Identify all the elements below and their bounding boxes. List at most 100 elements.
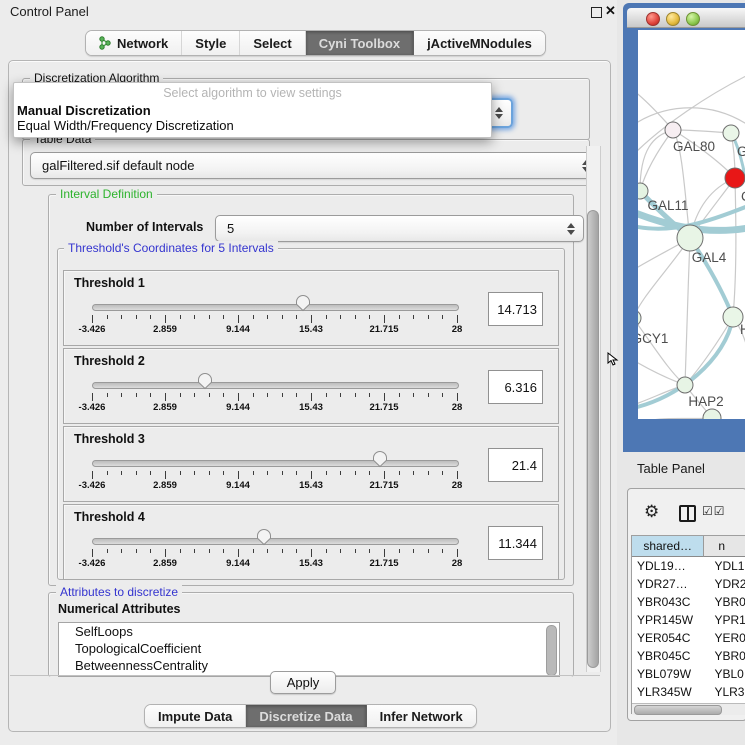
threshold-value-field[interactable]: 21.4 [488, 448, 543, 482]
axis-tick-label: 9.144 [226, 558, 250, 569]
node-label: GAL4 [692, 250, 727, 265]
cell-shared-name[interactable]: YBR045C [632, 647, 711, 665]
threshold-panel: Threshold 1 -3.4262.8599.14415.4321.7152… [63, 270, 559, 346]
network-node[interactable] [677, 225, 703, 251]
cell-name[interactable]: YPR1 [711, 611, 745, 629]
cell-name[interactable]: YBR0 [711, 593, 745, 611]
threshold-value-field[interactable]: 14.713 [488, 292, 543, 326]
list-item[interactable]: SelfLoops [59, 623, 559, 640]
axis-tick-label: -3.426 [79, 558, 106, 569]
cell-shared-name[interactable]: YDL19… [632, 557, 711, 575]
zoom-traffic-light-icon[interactable] [686, 12, 700, 26]
threshold-slider-track[interactable] [92, 382, 459, 389]
tab-cyni-toolbox[interactable]: Cyni Toolbox [306, 31, 414, 55]
cell-shared-name[interactable]: YBR043C [632, 593, 711, 611]
tick-mark [267, 393, 268, 397]
popup-option-equal-width[interactable]: Equal Width/Frequency Discretization [17, 118, 234, 133]
tab-infer-network[interactable]: Infer Network [367, 705, 476, 727]
network-edge[interactable] [638, 418, 712, 419]
table-row[interactable]: YER054C YER0 [632, 629, 745, 647]
tab-select[interactable]: Select [240, 31, 305, 55]
tick-mark [194, 315, 195, 319]
network-node[interactable] [638, 310, 641, 326]
cell-shared-name[interactable]: YDR27… [632, 575, 711, 593]
tab-jactivemnodules[interactable]: jActiveMNodules [414, 31, 545, 55]
popup-option-manual[interactable]: Manual Discretization [17, 103, 151, 118]
checkbox-icons[interactable]: ☑☑ [702, 504, 726, 518]
tick-mark [355, 549, 356, 553]
slider-thumb-icon[interactable] [295, 294, 311, 312]
tick-mark [413, 471, 414, 475]
tab-discretize-data[interactable]: Discretize Data [246, 705, 366, 727]
network-edge[interactable] [640, 130, 673, 191]
list-item[interactable]: TopologicalCoefficient [59, 640, 559, 657]
cell-shared-name[interactable]: YBL079W [632, 665, 711, 683]
split-column-icon[interactable] [679, 505, 696, 522]
close-icon[interactable]: ✕ [605, 3, 616, 19]
interval-group-title: Interval Definition [56, 187, 157, 201]
network-canvas[interactable]: GAL80GACGAL11GAL4GCY1HHAP2 [638, 30, 745, 419]
panel-scrollbar-thumb[interactable] [587, 210, 599, 668]
cell-name[interactable]: YDL1 [711, 557, 745, 575]
table-row[interactable]: YPR145W YPR1 [632, 611, 745, 629]
network-edge[interactable] [673, 130, 731, 133]
cell-name[interactable]: YLR3 [711, 683, 745, 701]
tab-network[interactable]: Network [86, 31, 182, 55]
close-traffic-light-icon[interactable] [646, 12, 660, 26]
table-data-combobox[interactable]: galFiltered.sif default node [30, 152, 599, 179]
axis-tick-label: 21.715 [369, 402, 398, 413]
network-edge[interactable] [640, 130, 673, 191]
table-row[interactable]: YDR27… YDR2 [632, 575, 745, 593]
tick-mark [180, 471, 181, 475]
float-icon[interactable] [591, 7, 602, 18]
network-edge[interactable] [733, 178, 736, 317]
minimize-traffic-light-icon[interactable] [666, 12, 680, 26]
threshold-label: Threshold 3 [74, 432, 145, 446]
table-row[interactable]: YBR045C YBR0 [632, 647, 745, 665]
table-row[interactable]: YBR043C YBR0 [632, 593, 745, 611]
cell-name[interactable]: YBL0 [711, 665, 745, 683]
network-node[interactable] [677, 377, 693, 393]
network-edge[interactable] [685, 238, 690, 385]
network-node[interactable] [723, 125, 739, 141]
slider-axis-labels: -3.4262.8599.14415.4321.71528 [92, 558, 458, 570]
num-intervals-combobox[interactable]: 5 [215, 215, 584, 242]
tab-style[interactable]: Style [182, 31, 240, 55]
threshold-slider-track[interactable] [92, 460, 459, 467]
network-node[interactable] [665, 122, 681, 138]
apply-button[interactable]: Apply [270, 671, 336, 694]
slider-thumb-icon[interactable] [372, 450, 388, 468]
threshold-slider-track[interactable] [92, 538, 459, 545]
table-row[interactable]: YBL079W YBL0 [632, 665, 745, 683]
slider-thumb-icon[interactable] [197, 372, 213, 390]
network-edge[interactable] [685, 317, 733, 385]
network-window-titlebar[interactable] [627, 8, 745, 28]
node-label: GCY1 [638, 331, 668, 346]
column-header-shared-name[interactable]: shared… [632, 536, 704, 557]
table-row[interactable]: YLR345W YLR3 [632, 683, 745, 701]
cell-name[interactable]: YBR0 [711, 647, 745, 665]
cell-shared-name[interactable]: YER054C [632, 629, 711, 647]
table-hscrollbar-thumb[interactable] [634, 705, 722, 715]
attributes-list[interactable]: SelfLoops TopologicalCoefficient Between… [58, 622, 560, 677]
table-row[interactable]: YDL19… YDL1 [632, 557, 745, 575]
tick-mark [136, 471, 137, 475]
axis-tick-label: 9.144 [226, 480, 250, 491]
network-edge[interactable] [638, 238, 690, 318]
threshold-value-field[interactable]: 11.344 [488, 526, 543, 560]
threshold-value-field[interactable]: 6.316 [488, 370, 543, 404]
cell-shared-name[interactable]: YLR345W [632, 683, 711, 701]
control-panel: Control Panel ✕ Network Style Select Cyn… [0, 0, 617, 745]
cell-name[interactable]: YER0 [711, 629, 745, 647]
tab-impute-data[interactable]: Impute Data [145, 705, 246, 727]
network-node[interactable] [725, 168, 745, 188]
attributes-list-scrollbar[interactable] [546, 625, 557, 676]
threshold-slider-track[interactable] [92, 304, 459, 311]
cell-shared-name[interactable]: YPR145W [632, 611, 711, 629]
slider-thumb-icon[interactable] [256, 528, 272, 546]
network-edge[interactable] [638, 108, 745, 125]
cell-name[interactable]: YDR2 [711, 575, 745, 593]
gear-icon[interactable]: ⚙ [644, 502, 659, 522]
column-header-name[interactable]: n [704, 536, 745, 557]
node-table[interactable]: shared… n YDL19… YDL1 YDR27… YDR2 YBR043… [631, 535, 745, 714]
